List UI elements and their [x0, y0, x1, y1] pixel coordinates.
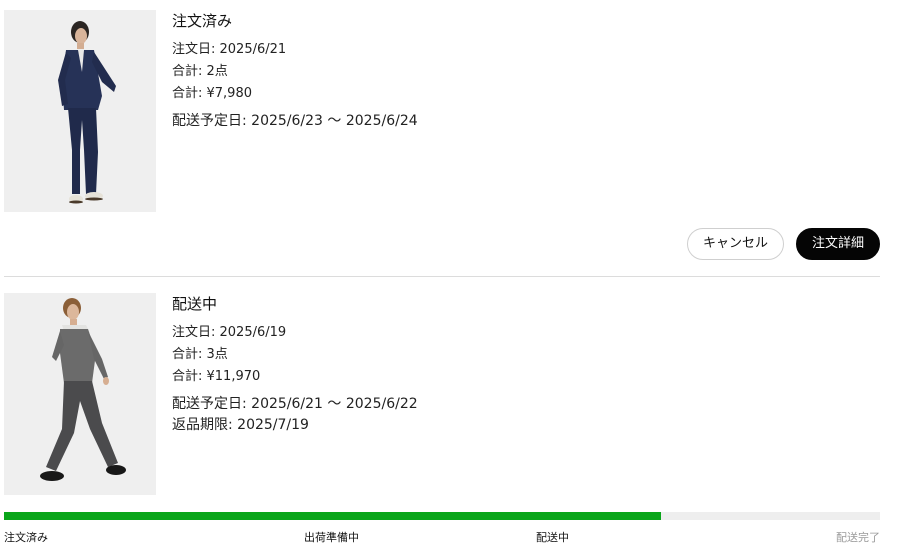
- return-deadline: 返品期限: 2025/7/19: [172, 417, 309, 433]
- delivery-date: 配送予定日: 2025/6/21 〜 2025/6/22: [172, 396, 418, 412]
- progress-step-shipping: 配送中: [536, 531, 569, 544]
- shipping-progress-fill: [4, 512, 661, 520]
- shipping-progress-bar: [4, 512, 880, 520]
- order-total: 合計: ¥7,980: [172, 86, 252, 101]
- order-total: 合計: ¥11,970: [172, 369, 261, 384]
- progress-step-ordered: 注文済み: [4, 531, 48, 544]
- order-actions: キャンセル 注文詳細: [680, 228, 880, 260]
- grey-shirt-model-photo: [4, 293, 156, 495]
- progress-step-delivered: 配送完了: [836, 531, 880, 544]
- item-count: 合計: 3点: [172, 347, 228, 362]
- order-detail-button[interactable]: 注文詳細: [796, 228, 880, 260]
- order-card: 注文済み 注文日: 2025/6/21 合計: 2点 合計: ¥7,980 配送…: [4, 10, 880, 266]
- delivery-date: 配送予定日: 2025/6/23 〜 2025/6/24: [172, 113, 418, 129]
- item-count: 合計: 2点: [172, 64, 228, 79]
- progress-step-preparing: 出荷準備中: [304, 531, 359, 544]
- order-info: 注文済み 注文日: 2025/6/21 合計: 2点 合計: ¥7,980 配送…: [172, 10, 872, 130]
- product-image[interactable]: [4, 10, 156, 212]
- order-date: 注文日: 2025/6/19: [172, 325, 287, 340]
- cancel-button[interactable]: キャンセル: [687, 228, 784, 260]
- order-info: 配送中 注文日: 2025/6/19 合計: 3点 合計: ¥11,970 配送…: [172, 293, 872, 434]
- order-status: 注文済み: [172, 12, 233, 30]
- order-date: 注文日: 2025/6/21: [172, 42, 287, 57]
- navy-suit-model-photo: [4, 10, 156, 212]
- order-status: 配送中: [172, 295, 218, 313]
- order-divider: [4, 276, 880, 277]
- product-image[interactable]: [4, 293, 156, 495]
